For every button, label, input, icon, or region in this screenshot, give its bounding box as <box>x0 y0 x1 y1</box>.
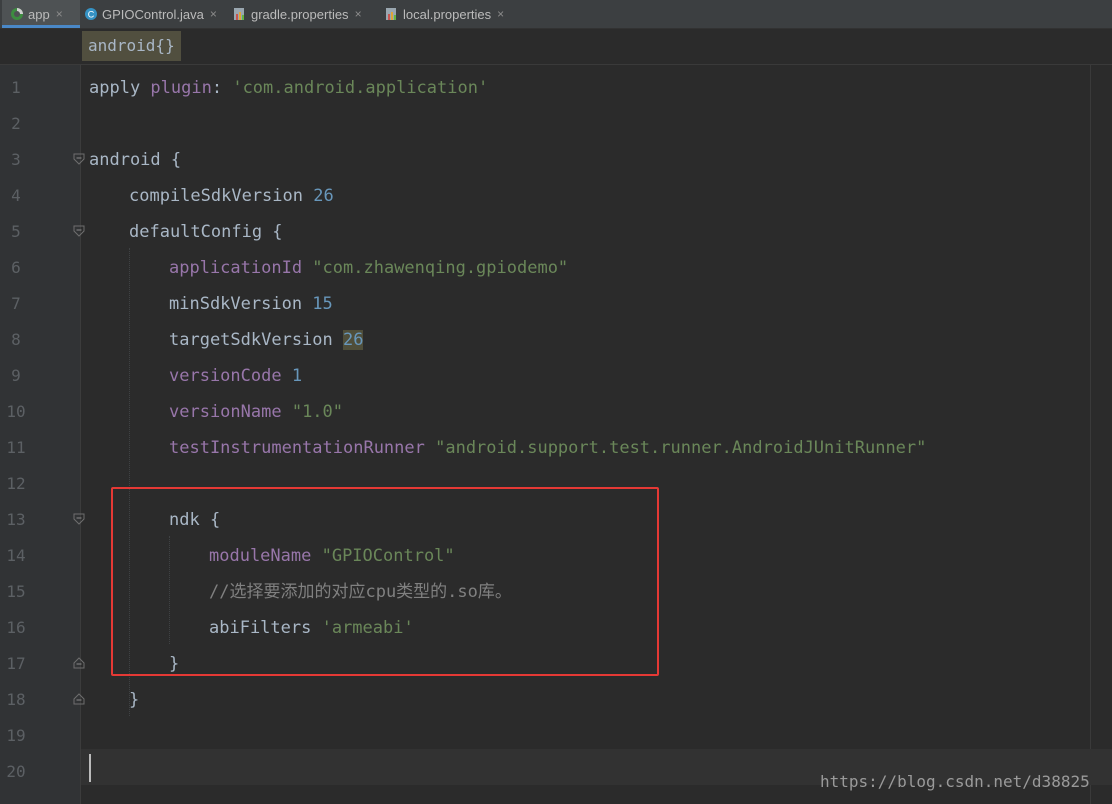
number: 26 <box>313 186 334 206</box>
line-number: 20 <box>6 762 26 781</box>
highlight-annotation-box <box>111 487 659 676</box>
line-number: 16 <box>6 618 26 637</box>
line-number: 12 <box>6 474 26 493</box>
property: applicationId <box>169 258 313 278</box>
code-line: versionCode 1 <box>169 358 302 394</box>
code-line: defaultConfig { <box>129 214 283 250</box>
property: plugin <box>150 78 212 98</box>
line-number: 7 <box>11 294 21 313</box>
line-number: 5 <box>11 222 21 241</box>
block: defaultConfig { <box>129 222 283 242</box>
identifier: minSdkVersion <box>169 294 313 314</box>
code-line: compileSdkVersion 26 <box>129 178 334 214</box>
tab-local-properties[interactable]: local.properties × <box>385 0 504 28</box>
code-line: android { <box>89 142 181 178</box>
breadcrumb[interactable]: android{} <box>82 31 181 61</box>
string: "1.0" <box>291 402 344 422</box>
code-line: testInstrumentationRunner "android.suppo… <box>169 430 926 466</box>
number: 1 <box>291 366 303 386</box>
tab-label: local.properties <box>403 6 492 22</box>
tab-label: gradle.properties <box>251 6 349 22</box>
line-number: 15 <box>6 582 26 601</box>
breadcrumb-bar: android{} <box>0 29 1112 65</box>
line-number: 4 <box>11 186 21 205</box>
line-number: 6 <box>11 258 21 277</box>
string: 'com.android.application' <box>232 78 489 98</box>
close-icon[interactable]: × <box>355 7 362 21</box>
line-number: 9 <box>11 366 21 385</box>
line-number: 8 <box>11 330 21 349</box>
line-number: 3 <box>11 150 21 169</box>
tab-gradle-properties[interactable]: gradle.properties × <box>233 0 362 28</box>
line-number: 10 <box>6 402 26 421</box>
line-number: 13 <box>6 510 26 529</box>
close-icon[interactable]: × <box>497 7 504 21</box>
brace: } <box>129 690 140 710</box>
code-editor[interactable]: apply plugin: 'com.android.application' … <box>81 65 1112 804</box>
code-line: } <box>129 682 139 718</box>
punctuation: : <box>211 78 233 98</box>
close-icon[interactable]: × <box>56 7 63 21</box>
property: versionCode <box>169 366 292 386</box>
string: "android.support.test.runner.AndroidJUni… <box>435 438 927 458</box>
keyword: apply <box>89 78 151 98</box>
line-number: 2 <box>11 114 21 133</box>
number: 15 <box>312 294 333 314</box>
code-line: apply plugin: 'com.android.application' <box>89 70 488 106</box>
identifier: targetSdkVersion <box>169 330 343 350</box>
line-number-gutter: 1 2 3 4 5 6 7 8 9 10 11 12 13 14 15 16 1… <box>0 65 81 804</box>
line-number: 14 <box>6 546 26 565</box>
line-number: 11 <box>6 438 26 457</box>
block: android { <box>89 150 182 170</box>
tab-gpiocontrol-java[interactable]: C GPIOControl.java × <box>84 0 217 28</box>
tab-app[interactable]: app × <box>2 0 80 28</box>
close-icon[interactable]: × <box>210 7 217 21</box>
properties-file-icon <box>386 8 396 20</box>
code-line: versionName "1.0" <box>169 394 343 430</box>
properties-file-icon <box>234 8 244 20</box>
tab-label: GPIOControl.java <box>102 6 204 22</box>
string: "com.zhawenqing.gpiodemo" <box>312 258 569 278</box>
code-line: minSdkVersion 15 <box>169 286 333 322</box>
identifier: compileSdkVersion <box>129 186 314 206</box>
editor-tab-bar: app × C GPIOControl.java × gradle.proper… <box>0 0 1112 29</box>
line-number: 1 <box>11 78 21 97</box>
code-line: applicationId "com.zhawenqing.gpiodemo" <box>169 250 568 286</box>
number: 26 <box>343 330 364 350</box>
line-number: 19 <box>6 726 26 745</box>
java-class-icon: C <box>85 8 97 20</box>
code-line: targetSdkVersion 26 <box>169 322 364 358</box>
property: versionName <box>169 402 292 422</box>
line-number: 18 <box>6 690 26 709</box>
line-number: 17 <box>6 654 26 673</box>
tab-label: app <box>28 6 50 22</box>
property: testInstrumentationRunner <box>169 438 436 458</box>
svg-text:C: C <box>88 10 95 20</box>
watermark: https://blog.csdn.net/d38825 <box>820 772 1090 791</box>
gradle-app-icon <box>11 8 23 20</box>
